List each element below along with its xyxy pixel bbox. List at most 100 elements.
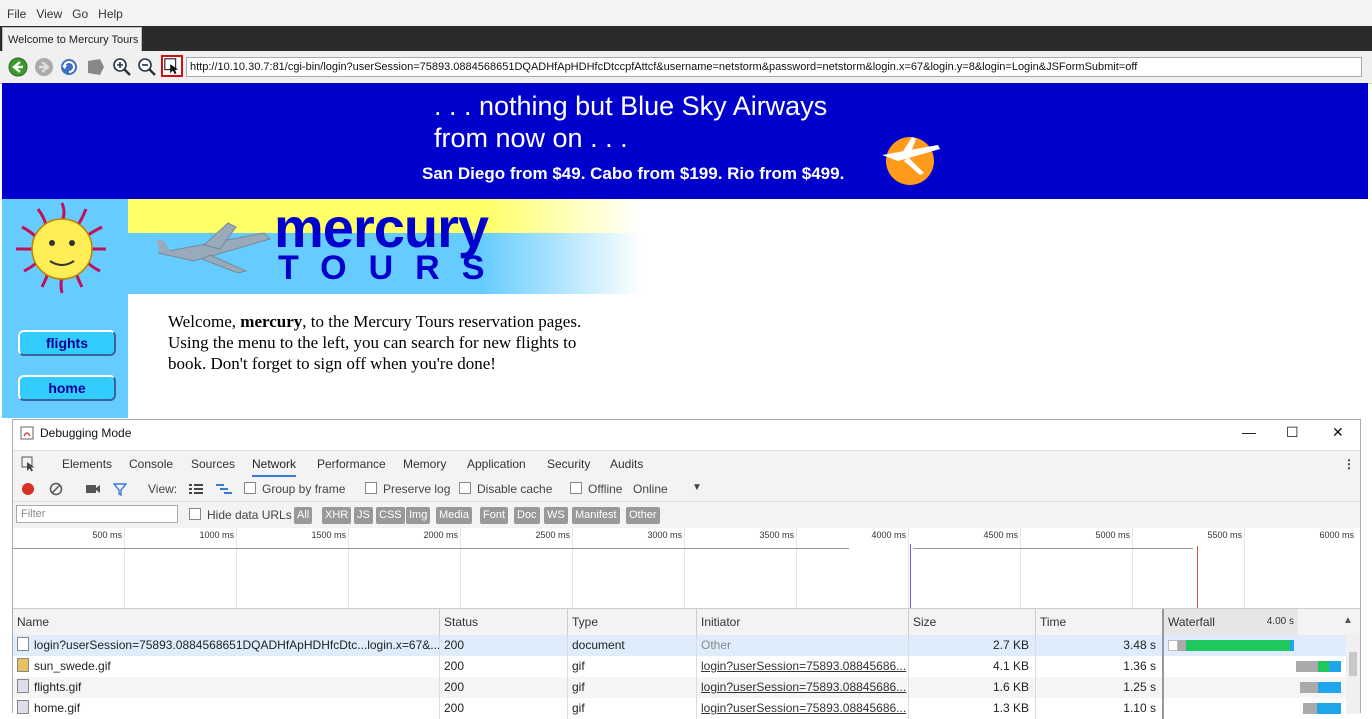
disable-cache-checkbox[interactable]: Disable cache bbox=[459, 482, 552, 496]
waterfall-download-bar bbox=[1329, 661, 1341, 672]
minimize-button[interactable]: — bbox=[1242, 424, 1256, 440]
menu-view[interactable]: View bbox=[29, 0, 65, 21]
ad-banner[interactable]: . . . nothing but Blue Sky Airways from … bbox=[2, 83, 1368, 199]
table-row[interactable]: home.gif 200 gif login?userSession=75893… bbox=[13, 698, 1360, 719]
row-initiator-link[interactable]: login?userSession=75893.08845686... bbox=[696, 677, 908, 698]
sort-up-icon[interactable]: ▲ bbox=[1343, 615, 1353, 626]
row-status: 200 bbox=[439, 635, 567, 656]
offline-label: Offline bbox=[588, 482, 623, 496]
maximize-button[interactable]: ☐ bbox=[1286, 424, 1299, 441]
flights-button[interactable]: flights bbox=[18, 330, 116, 356]
table-row[interactable]: sun_swede.gif 200 gif login?userSession=… bbox=[13, 656, 1360, 677]
filter-css[interactable]: CSS bbox=[376, 507, 405, 524]
tab-security[interactable]: Security bbox=[547, 457, 590, 471]
col-waterfall-label: Waterfall bbox=[1168, 615, 1215, 629]
menu-file[interactable]: File bbox=[0, 0, 29, 21]
tab-memory[interactable]: Memory bbox=[403, 457, 446, 471]
col-name[interactable]: Name bbox=[13, 609, 439, 635]
stop-button[interactable] bbox=[86, 57, 106, 77]
zoom-out-button[interactable] bbox=[137, 57, 157, 77]
filter-doc[interactable]: Doc bbox=[514, 507, 540, 524]
inspect-button[interactable] bbox=[161, 55, 183, 77]
close-button[interactable]: ✕ bbox=[1332, 424, 1344, 441]
zoom-in-button[interactable] bbox=[112, 57, 132, 77]
col-status[interactable]: Status bbox=[439, 609, 567, 635]
devtools-tabs: Elements Console Sources Network Perform… bbox=[13, 450, 1360, 478]
load-event-marker bbox=[1197, 546, 1198, 608]
large-rows-icon[interactable] bbox=[189, 483, 203, 495]
filter-all[interactable]: All bbox=[294, 507, 313, 524]
welcome-prefix: Welcome, bbox=[168, 312, 241, 331]
row-initiator-link[interactable]: login?userSession=75893.08845686... bbox=[696, 698, 908, 719]
filter-media[interactable]: Media bbox=[436, 507, 472, 524]
filter-other[interactable]: Other bbox=[626, 507, 660, 524]
row-waterfall bbox=[1162, 656, 1298, 677]
tab-console[interactable]: Console bbox=[129, 457, 173, 471]
forward-button[interactable] bbox=[34, 57, 54, 77]
table-row[interactable]: login?userSession=75893.0884568651DQADHf… bbox=[13, 635, 1360, 656]
menu-help[interactable]: Help bbox=[91, 0, 126, 21]
col-type[interactable]: Type bbox=[567, 609, 696, 635]
filter-js[interactable]: JS bbox=[354, 507, 373, 524]
waterfall-queue-bar bbox=[1168, 640, 1178, 651]
hide-data-urls-checkbox[interactable]: Hide data URLs bbox=[189, 508, 292, 522]
filter-ws[interactable]: WS bbox=[544, 507, 568, 524]
address-bar[interactable]: http://10.10.30.7:81/cgi-bin/login?userS… bbox=[186, 57, 1362, 77]
col-time[interactable]: Time bbox=[1035, 609, 1162, 635]
browser-tab[interactable]: Welcome to Mercury Tours bbox=[2, 27, 142, 51]
tab-application[interactable]: Application bbox=[467, 457, 526, 471]
filter-font[interactable]: Font bbox=[480, 507, 509, 524]
tick-label: 2500 ms bbox=[535, 530, 570, 540]
offline-checkbox[interactable]: Offline bbox=[570, 482, 622, 496]
waterfall-scale: 4.00 s bbox=[1266, 616, 1294, 627]
chevron-down-icon[interactable]: ▼ bbox=[692, 482, 702, 493]
col-initiator[interactable]: Initiator bbox=[696, 609, 908, 635]
filter-img[interactable]: Img bbox=[406, 507, 431, 524]
table-row[interactable]: flights.gif 200 gif login?userSession=75… bbox=[13, 677, 1360, 698]
home-button[interactable]: home bbox=[18, 375, 116, 401]
tick-label: 2000 ms bbox=[423, 530, 458, 540]
tab-network[interactable]: Network bbox=[252, 457, 297, 477]
banner-headline: . . . nothing but Blue Sky Airways bbox=[434, 91, 828, 121]
grid-line bbox=[1132, 528, 1133, 608]
row-size: 1.3 KB bbox=[908, 698, 1035, 719]
col-waterfall[interactable]: Waterfall 4.00 s bbox=[1162, 609, 1298, 635]
sun-logo bbox=[2, 199, 128, 294]
grid-line bbox=[572, 528, 573, 608]
grid-line bbox=[236, 528, 237, 608]
filter-xhr[interactable]: XHR bbox=[322, 507, 352, 524]
filter-manifest[interactable]: Manifest bbox=[572, 507, 620, 524]
checkbox-box bbox=[365, 482, 377, 494]
checkbox-box bbox=[189, 508, 201, 520]
overview-bar bbox=[13, 548, 849, 549]
scrollbar-thumb[interactable] bbox=[1349, 652, 1357, 676]
row-name-text: login?userSession=75893.0884568651DQADHf… bbox=[34, 638, 439, 652]
tab-elements[interactable]: Elements bbox=[62, 457, 112, 471]
clear-icon[interactable] bbox=[49, 482, 63, 496]
grid-line bbox=[124, 528, 125, 608]
row-initiator-link[interactable]: login?userSession=75893.08845686... bbox=[696, 656, 908, 677]
tab-performance[interactable]: Performance bbox=[317, 457, 386, 471]
record-icon[interactable] bbox=[22, 483, 34, 495]
camera-icon[interactable] bbox=[85, 483, 101, 495]
filter-input[interactable]: Filter bbox=[16, 505, 178, 523]
table-scrollbar[interactable] bbox=[1346, 634, 1360, 714]
grid-line bbox=[908, 528, 909, 608]
menu-go[interactable]: Go bbox=[65, 0, 91, 21]
back-button[interactable] bbox=[8, 57, 28, 77]
timeline-overview[interactable]: 500 ms 1000 ms 1500 ms 2000 ms 2500 ms 3… bbox=[13, 528, 1360, 609]
mercury-tours-logo[interactable]: mercury TOURS bbox=[128, 196, 642, 294]
row-type: document bbox=[567, 635, 696, 656]
preserve-log-checkbox[interactable]: Preserve log bbox=[365, 482, 450, 496]
more-menu-icon[interactable]: ⋮ bbox=[1343, 457, 1355, 471]
inspect-element-icon[interactable] bbox=[21, 456, 37, 472]
filter-funnel-icon[interactable] bbox=[113, 482, 127, 496]
tab-audits[interactable]: Audits bbox=[610, 457, 643, 471]
reload-button[interactable] bbox=[59, 57, 79, 77]
tab-sources[interactable]: Sources bbox=[191, 457, 235, 471]
throttle-select[interactable]: Online bbox=[633, 482, 668, 496]
welcome-username: mercury bbox=[240, 312, 303, 331]
overview-icon[interactable] bbox=[216, 483, 232, 495]
col-size[interactable]: Size bbox=[908, 609, 1035, 635]
group-by-frame-checkbox[interactable]: Group by frame bbox=[244, 482, 345, 496]
